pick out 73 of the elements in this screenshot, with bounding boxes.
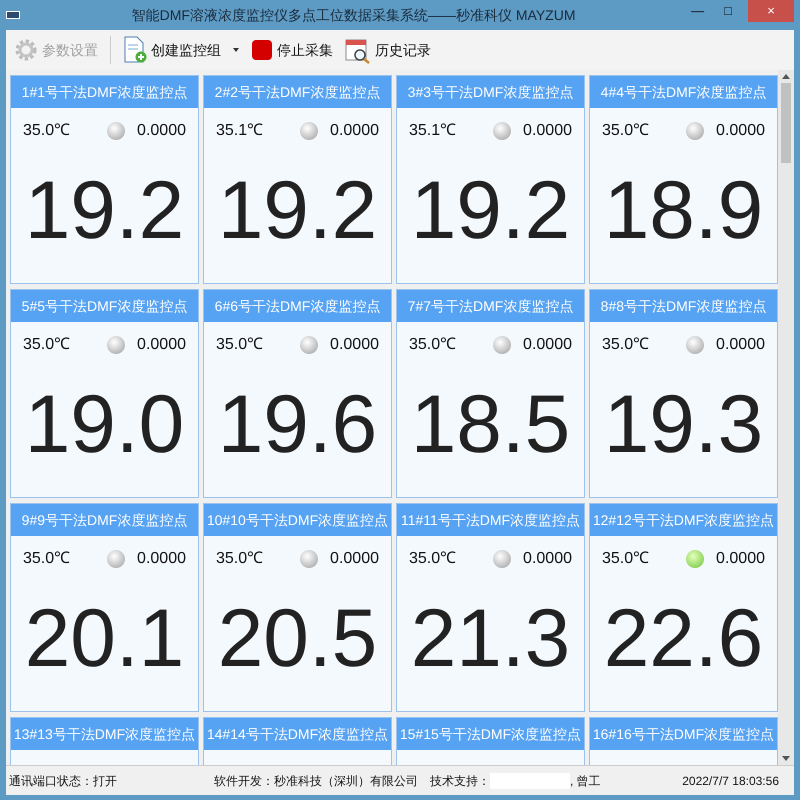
maximize-button[interactable]: □ <box>720 0 736 22</box>
close-button[interactable]: × <box>748 0 794 22</box>
card-title: 2#2号干法DMF浓度监控点 <box>204 76 391 108</box>
temperature-reading: 35.0℃ <box>23 335 70 355</box>
sensor-reading: 0.0000 <box>137 121 186 141</box>
card-title: 1#1号干法DMF浓度监控点 <box>11 76 198 108</box>
card-title: 14#14号干法DMF浓度监控点 <box>204 718 391 750</box>
sensor-reading: 0.0000 <box>716 335 765 355</box>
scrollbar[interactable] <box>778 70 794 765</box>
card-title: 5#5号干法DMF浓度监控点 <box>11 290 198 322</box>
concentration-value: 18.9 <box>604 170 764 252</box>
sensor-reading: 0.0000 <box>330 121 379 141</box>
sensor-reading: 0.0000 <box>137 335 186 355</box>
concentration-value: 20.5 <box>218 598 378 680</box>
concentration-value: 21.3 <box>410 598 570 680</box>
card-title: 13#13号干法DMF浓度监控点 <box>11 718 198 750</box>
concentration-value: 22.6 <box>604 598 764 680</box>
card-title: 11#11号干法DMF浓度监控点 <box>397 504 584 536</box>
temperature-reading: 35.0℃ <box>409 335 456 355</box>
document-add-icon <box>123 36 147 64</box>
concentration-value: 19.2 <box>218 170 378 252</box>
sensor-reading: 0.0000 <box>523 549 572 569</box>
support-label: 技术支持： <box>430 772 490 790</box>
card-title: 15#15号干法DMF浓度监控点 <box>397 718 584 750</box>
card-title: 12#12号干法DMF浓度监控点 <box>590 504 777 536</box>
sensor-reading: 0.0000 <box>137 549 186 569</box>
port-status: 通讯端口状态：打开 <box>9 772 118 790</box>
scroll-thumb[interactable] <box>781 83 791 163</box>
window-title: 智能DMF溶液浓度监控仪多点工位数据采集系统——秒准科仪 MAYZUM <box>130 6 576 24</box>
card-title: 7#7号干法DMF浓度监控点 <box>397 290 584 322</box>
sensor-reading: 0.0000 <box>523 121 572 141</box>
concentration-value: 19.0 <box>24 384 184 466</box>
toolbar-button[interactable]: 历史记录 <box>341 33 435 67</box>
support-contact: , 曾工 <box>570 772 601 790</box>
card-title: 8#8号干法DMF浓度监控点 <box>590 290 777 322</box>
temperature-reading: 35.0℃ <box>602 121 650 141</box>
scroll-down-icon[interactable] <box>782 756 790 761</box>
concentration-value: 18.5 <box>410 384 570 466</box>
temperature-reading: 35.0℃ <box>409 549 456 569</box>
gear-icon <box>14 38 38 62</box>
sensor-reading: 0.0000 <box>330 335 379 355</box>
toolbar-button[interactable]: 创建监控组 <box>119 33 225 67</box>
minimize-button[interactable]: — <box>687 0 708 22</box>
sensor-reading: 0.0000 <box>716 549 765 569</box>
temperature-reading: 35.0℃ <box>216 549 264 569</box>
sensor-reading: 0.0000 <box>523 335 572 355</box>
temperature-reading: 35.1℃ <box>216 121 264 141</box>
sensor-reading: 0.0000 <box>330 549 379 569</box>
concentration-value: 19.3 <box>604 384 764 466</box>
date-time: 2022/7/7 18:03:56 <box>682 772 779 790</box>
developer-info: 软件开发：秒准科技（深圳）有限公司 <box>214 772 418 790</box>
temperature-reading: 35.0℃ <box>23 121 70 141</box>
card-title: 10#10号干法DMF浓度监控点 <box>204 504 391 536</box>
toolbar-button[interactable]: 停止采集 <box>247 33 337 67</box>
temperature-reading: 35.0℃ <box>602 549 650 569</box>
temperature-reading: 35.0℃ <box>602 335 650 355</box>
card-title: 16#16号干法DMF浓度监控点 <box>590 718 777 750</box>
card-title: 6#6号干法DMF浓度监控点 <box>204 290 391 322</box>
app-icon <box>6 11 20 19</box>
concentration-value: 19.2 <box>24 170 184 252</box>
card-title: 9#9号干法DMF浓度监控点 <box>11 504 198 536</box>
concentration-value: 20.1 <box>24 598 184 680</box>
stop-icon <box>251 38 273 62</box>
card-title: 3#3号干法DMF浓度监控点 <box>397 76 584 108</box>
temperature-reading: 35.0℃ <box>23 549 70 569</box>
caret-icon[interactable] <box>233 48 239 52</box>
concentration-value: 19.6 <box>218 384 378 466</box>
temperature-reading: 35.1℃ <box>409 121 456 141</box>
temperature-reading: 35.0℃ <box>216 335 264 355</box>
sensor-reading: 0.0000 <box>716 121 765 141</box>
card-title: 4#4号干法DMF浓度监控点 <box>590 76 777 108</box>
concentration-value: 19.2 <box>410 170 570 252</box>
scroll-up-icon[interactable] <box>782 74 790 79</box>
